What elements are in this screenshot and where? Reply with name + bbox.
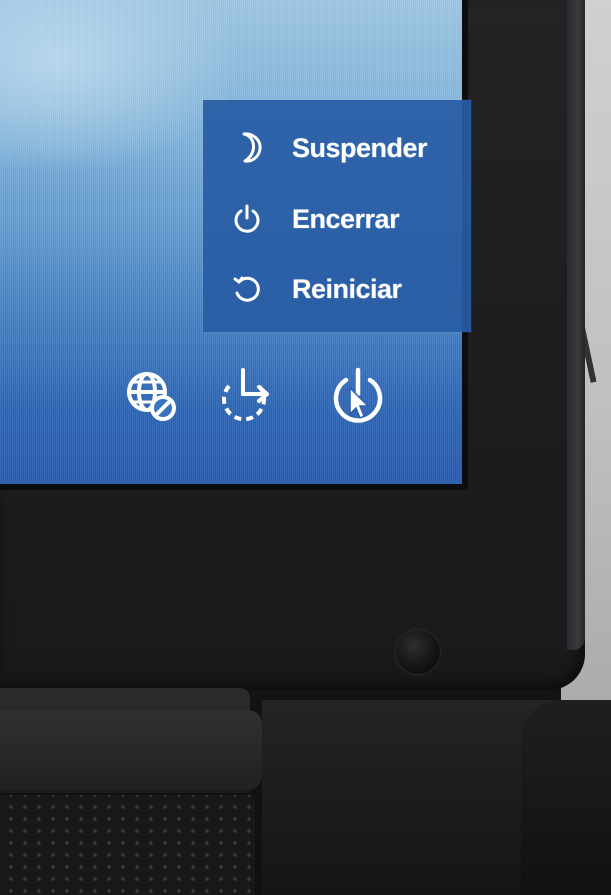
bezel-sensor	[396, 630, 440, 674]
ease-of-access-button[interactable]	[214, 360, 286, 432]
system-button-bar	[100, 340, 468, 470]
network-disconnected-icon	[119, 364, 183, 428]
menu-item-label: Reiniciar	[292, 273, 402, 304]
menu-item-label: Suspender	[292, 132, 428, 163]
power-button-icon	[326, 364, 390, 428]
laptop-base-edge	[521, 700, 611, 895]
moon-icon	[229, 130, 265, 166]
menu-item-restart[interactable]: Reiniciar	[203, 258, 471, 320]
restart-icon	[229, 271, 265, 307]
ease-of-access-icon	[215, 364, 285, 428]
network-button[interactable]	[115, 360, 187, 432]
menu-item-shutdown[interactable]: Encerrar	[203, 188, 471, 250]
power-button[interactable]	[322, 360, 394, 432]
menu-item-label: Encerrar	[292, 203, 400, 234]
speaker-grille	[0, 795, 255, 895]
laptop-hinge-cap	[0, 710, 262, 790]
laptop-photo: Suspender Encerrar Reiniciar	[0, 0, 611, 895]
power-icon	[229, 201, 265, 237]
menu-item-suspend[interactable]: Suspender	[203, 117, 471, 179]
laptop-bezel-edge	[567, 0, 585, 650]
